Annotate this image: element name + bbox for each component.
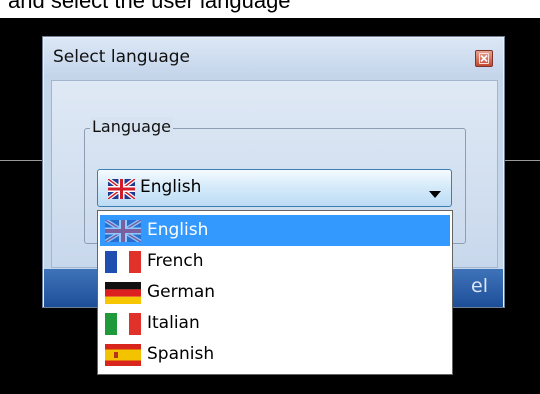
uk-flag-icon bbox=[103, 218, 143, 246]
dialog-titlebar[interactable]: Select language bbox=[44, 38, 503, 78]
combo-selected-text: English bbox=[140, 177, 202, 197]
background-caption: and select the user language bbox=[8, 0, 291, 13]
germany-flag-icon bbox=[105, 282, 141, 308]
list-item-label: Spanish bbox=[147, 344, 215, 364]
list-item-label: French bbox=[147, 251, 204, 271]
chevron-down-icon[interactable] bbox=[429, 184, 441, 203]
spain-flag-icon bbox=[105, 344, 141, 370]
list-item-label: English bbox=[147, 220, 209, 240]
list-item-spanish[interactable]: Spanish bbox=[100, 339, 450, 370]
group-label: Language bbox=[90, 117, 173, 136]
italy-flag-icon bbox=[105, 313, 141, 339]
list-item-italian[interactable]: Italian bbox=[100, 308, 450, 339]
list-item-label: German bbox=[147, 282, 216, 302]
uk-flag-icon bbox=[106, 177, 137, 203]
language-dropdown-list: English French German Italian Spanish bbox=[97, 210, 453, 375]
list-item-german[interactable]: German bbox=[100, 277, 450, 308]
background-divider-left bbox=[0, 160, 42, 161]
dialog-title: Select language bbox=[53, 47, 190, 67]
france-flag-icon bbox=[105, 251, 141, 277]
language-combobox[interactable]: English bbox=[97, 169, 452, 207]
cancel-button[interactable]: el bbox=[471, 275, 488, 297]
list-item-french[interactable]: French bbox=[100, 246, 450, 277]
close-icon bbox=[479, 53, 489, 64]
background-divider-right bbox=[505, 160, 540, 161]
list-item-label: Italian bbox=[147, 313, 200, 333]
background-caption-strip: and select the user language bbox=[0, 0, 540, 18]
list-item-english[interactable]: English bbox=[100, 215, 450, 246]
close-button[interactable] bbox=[475, 50, 493, 67]
